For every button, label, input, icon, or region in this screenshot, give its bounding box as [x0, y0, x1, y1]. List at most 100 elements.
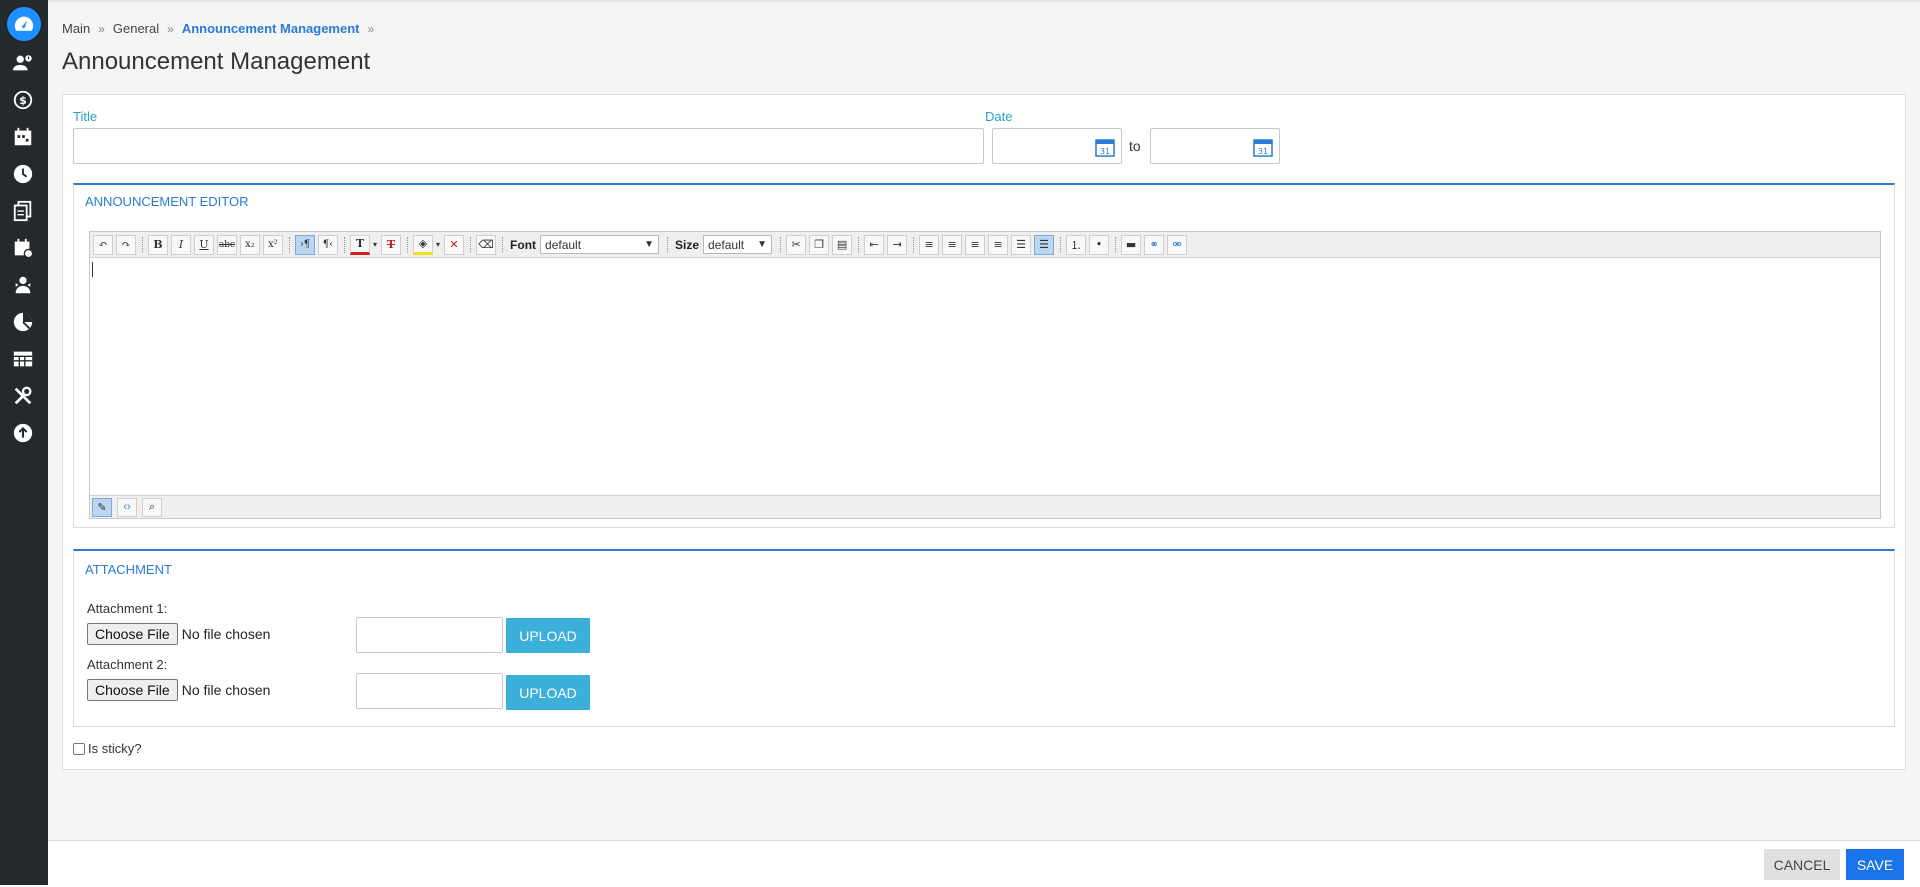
align-right-icon[interactable]: ≡ — [988, 234, 1009, 255]
announcement-form-card: Title Date 31 to 31 ANNOUNCEMENT EDITOR … — [62, 94, 1906, 770]
underline-icon[interactable]: U — [194, 234, 214, 255]
calendar-picker-icon[interactable]: 31 — [1253, 137, 1273, 157]
subscript-icon[interactable]: x₂ — [240, 234, 260, 255]
upload-button[interactable]: UPLOAD — [506, 675, 590, 710]
size-label: Size — [675, 237, 700, 252]
title-input[interactable] — [73, 128, 984, 164]
preview-mode-icon[interactable]: ⌕ — [142, 497, 162, 517]
align-left-rtl-icon[interactable]: ≡ — [919, 234, 940, 255]
toolbar-divider — [858, 236, 860, 253]
editor-content-area[interactable] — [90, 259, 1880, 497]
breadcrumb: Main » General » Announcement Management… — [62, 21, 382, 36]
font-select[interactable]: default ▼ — [540, 235, 660, 254]
leave-calendar-icon[interactable] — [9, 234, 37, 262]
ordered-list-icon[interactable]: ⒈ — [1066, 234, 1087, 255]
tools-icon[interactable] — [9, 382, 37, 410]
breadcrumb-current[interactable]: Announcement Management — [182, 21, 360, 36]
remove-link-icon[interactable]: ⚮ — [1167, 234, 1188, 255]
date-from-input[interactable]: 31 — [992, 128, 1122, 164]
documents-icon[interactable] — [9, 197, 37, 225]
dashboard-icon[interactable] — [7, 7, 41, 41]
toolbar-divider — [142, 236, 143, 253]
attachment-2-name-input[interactable] — [356, 673, 503, 709]
svg-text:$: $ — [19, 94, 27, 107]
chevron-down-icon: ▼ — [757, 239, 768, 250]
html-mode-icon[interactable]: ‹› — [117, 497, 137, 517]
rich-text-editor: ↶ ↷ B I U abc x₂ x² ›¶ ¶‹ T ▾ T ◈ ▾ ✕ ⌫ … — [89, 231, 1881, 519]
svg-text:31: 31 — [1258, 147, 1268, 156]
attachment-1-name-input[interactable] — [356, 617, 503, 653]
eraser-icon[interactable]: ⌫ — [476, 234, 497, 255]
highlight-color-icon[interactable]: ◈ — [413, 234, 434, 255]
align-left-icon[interactable]: ≡ — [942, 234, 963, 255]
paste-icon[interactable]: ▤ — [832, 234, 853, 255]
chevron-down-icon[interactable]: ▾ — [373, 240, 377, 249]
editor-toolbar: ↶ ↷ B I U abc x₂ x² ›¶ ¶‹ T ▾ T ◈ ▾ ✕ ⌫ … — [90, 232, 1880, 258]
editor-mode-bar: ✎ ‹› ⌕ — [90, 495, 1880, 518]
calendar-picker-icon[interactable]: 31 — [1095, 137, 1115, 157]
remove-highlight-icon[interactable]: ✕ — [444, 234, 465, 255]
is-sticky-checkbox[interactable] — [73, 742, 85, 755]
cancel-button[interactable]: CANCEL — [1764, 849, 1840, 880]
copy-icon[interactable]: ❐ — [809, 234, 830, 255]
breadcrumb-separator: » — [367, 21, 375, 36]
chevron-down-icon[interactable]: ▾ — [436, 240, 440, 249]
cut-icon[interactable]: ✂ — [786, 234, 807, 255]
bold-icon[interactable]: B — [148, 234, 168, 255]
design-mode-icon[interactable]: ✎ — [92, 497, 112, 517]
align-center-icon[interactable]: ≡ — [965, 234, 986, 255]
text-color-icon[interactable]: T — [350, 234, 370, 255]
insert-link-icon[interactable]: ⚭ — [1144, 234, 1165, 255]
chevron-down-icon: ▼ — [644, 239, 655, 250]
remove-text-color-icon[interactable]: T — [381, 234, 402, 255]
strikethrough-icon[interactable]: abc — [217, 234, 237, 255]
payroll-icon[interactable]: $ — [9, 86, 37, 114]
rtl-direction-icon[interactable]: ¶‹ — [318, 234, 338, 255]
redo-icon[interactable]: ↷ — [116, 234, 136, 255]
file-status: No file chosen — [181, 682, 271, 698]
align-justify-icon[interactable]: ☰ — [1011, 234, 1032, 255]
person-badge-icon[interactable] — [9, 271, 37, 299]
superscript-icon[interactable]: x² — [263, 234, 283, 255]
italic-icon[interactable]: I — [171, 234, 191, 255]
breadcrumb-separator: » — [98, 21, 105, 36]
clock-icon[interactable] — [9, 160, 37, 188]
toolbar-divider — [913, 236, 915, 253]
people-icon[interactable] — [9, 49, 37, 77]
title-label: Title — [73, 109, 98, 124]
choose-file-button[interactable]: Choose File — [87, 679, 178, 701]
breadcrumb-general[interactable]: General — [113, 21, 159, 36]
date-to-input[interactable]: 31 — [1150, 128, 1280, 164]
toolbar-divider — [407, 236, 409, 253]
attachment-1-label: Attachment 1: — [87, 601, 168, 616]
pie-chart-icon[interactable] — [9, 308, 37, 336]
table-icon[interactable] — [9, 345, 37, 373]
font-label: Font — [510, 237, 537, 252]
upload-button[interactable]: UPLOAD — [506, 618, 590, 653]
align-full-icon[interactable]: ☰ — [1034, 234, 1055, 255]
attachment-2-label: Attachment 2: — [87, 657, 168, 672]
page-title: Announcement Management — [62, 48, 371, 75]
save-button[interactable]: SAVE — [1846, 849, 1904, 880]
main-content: Main » General » Announcement Management… — [48, 0, 1920, 887]
attachment-2-file-picker: Choose File No file chosen — [87, 679, 270, 701]
toolbar-divider — [1115, 236, 1117, 253]
horizontal-rule-icon[interactable]: ▬ — [1121, 234, 1142, 255]
font-select-value: default — [545, 237, 582, 252]
size-select[interactable]: default ▼ — [703, 235, 773, 254]
undo-icon[interactable]: ↶ — [93, 234, 113, 255]
indent-icon[interactable]: ⇥ — [887, 234, 908, 255]
file-status: No file chosen — [181, 626, 271, 642]
breadcrumb-main[interactable]: Main — [62, 21, 90, 36]
calendar-icon[interactable] — [9, 123, 37, 151]
unordered-list-icon[interactable]: • — [1089, 234, 1110, 255]
announcement-editor-section: ANNOUNCEMENT EDITOR ↶ ↷ B I U abc x₂ x² … — [73, 183, 1895, 528]
toolbar-divider — [667, 236, 669, 253]
ltr-direction-icon[interactable]: ›¶ — [295, 234, 315, 255]
choose-file-button[interactable]: Choose File — [87, 623, 178, 645]
toolbar-divider — [780, 236, 782, 253]
attachment-1-file-picker: Choose File No file chosen — [87, 623, 270, 645]
outdent-icon[interactable]: ⇤ — [864, 234, 885, 255]
is-sticky-option: Is sticky? — [73, 741, 141, 756]
upload-icon[interactable] — [9, 419, 37, 447]
